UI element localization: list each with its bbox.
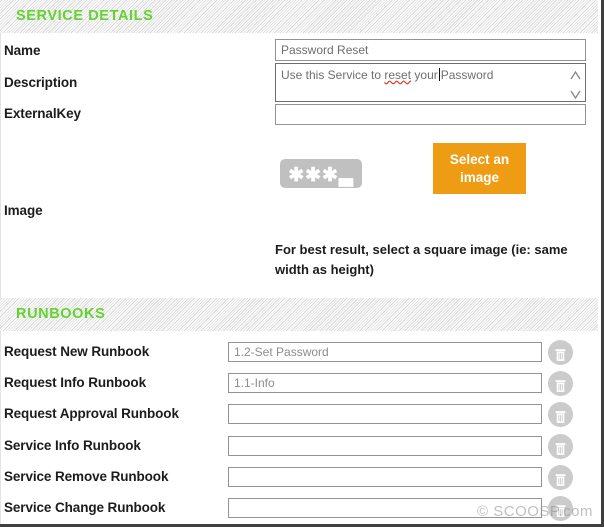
service-details-form-page: SERVICE DETAILS Name Description Use thi… bbox=[0, 0, 604, 527]
label-runbook-3: Service Info Runbook bbox=[4, 437, 141, 453]
description-textarea[interactable]: Use this Service to reset your Password bbox=[275, 63, 586, 102]
chevron-up-down-icon bbox=[570, 70, 581, 100]
section-header-runbooks: RUNBOOKS bbox=[0, 298, 598, 331]
trash-icon bbox=[555, 473, 566, 486]
trash-icon bbox=[555, 411, 566, 424]
label-runbook-2: Request Approval Runbook bbox=[4, 406, 179, 422]
password-asterisks-icon: ✱✱✱ bbox=[288, 165, 339, 186]
runbook-input-1[interactable] bbox=[228, 373, 542, 394]
trash-icon bbox=[555, 442, 566, 455]
delete-runbook-button-3[interactable] bbox=[548, 433, 573, 459]
runbook-input-0[interactable] bbox=[228, 342, 542, 362]
delete-runbook-button-2[interactable] bbox=[548, 402, 573, 428]
label-runbook-0: Request New Runbook bbox=[4, 344, 150, 359]
section-header-service-details: SERVICE DETAILS bbox=[0, 0, 598, 33]
underscore-glyph: ▃ bbox=[338, 165, 354, 186]
runbook-input-2[interactable] bbox=[228, 404, 542, 425]
text-caret bbox=[438, 68, 440, 81]
runbook-input-5[interactable] bbox=[228, 498, 542, 518]
section-title-service-details: SERVICE DETAILS bbox=[16, 8, 154, 24]
section-title-runbooks: RUNBOOKS bbox=[16, 306, 106, 322]
image-hint-text: For best result, select a square image (… bbox=[275, 242, 568, 277]
label-name: Name bbox=[4, 43, 41, 58]
textarea-scroll-arrows[interactable] bbox=[568, 66, 583, 104]
page-left-edge bbox=[0, 0, 1, 524]
description-text-before: Use this Service to bbox=[281, 68, 385, 82]
trash-icon bbox=[555, 380, 566, 393]
select-an-image-button[interactable]: Select an image bbox=[433, 143, 526, 194]
runbook-input-4[interactable] bbox=[228, 466, 542, 487]
image-thumbnail[interactable]: ✱✱✱ ▃ bbox=[280, 159, 362, 188]
delete-runbook-button-5[interactable] bbox=[548, 496, 573, 521]
label-runbook-5: Service Change Runbook bbox=[4, 500, 166, 515]
delete-runbook-button-4[interactable] bbox=[548, 464, 573, 490]
description-text-after: Password bbox=[440, 68, 494, 82]
external-key-input[interactable] bbox=[275, 104, 586, 125]
label-description: Description bbox=[4, 75, 78, 90]
description-text-content: Use this Service to reset your Password bbox=[281, 68, 493, 82]
label-runbook-1: Request Info Runbook bbox=[4, 375, 146, 391]
label-runbook-4: Service Remove Runbook bbox=[4, 468, 169, 484]
name-input[interactable] bbox=[275, 39, 586, 61]
label-external-key: ExternalKey bbox=[4, 106, 81, 121]
trash-icon bbox=[555, 349, 566, 361]
trash-icon bbox=[555, 505, 566, 517]
runbook-input-3[interactable] bbox=[228, 435, 542, 456]
label-image: Image bbox=[4, 203, 43, 218]
description-text-misspelled: reset bbox=[384, 68, 412, 82]
delete-runbook-button-1[interactable] bbox=[548, 371, 573, 397]
delete-runbook-button-0[interactable] bbox=[548, 340, 573, 365]
description-text-mid: your bbox=[411, 68, 438, 82]
